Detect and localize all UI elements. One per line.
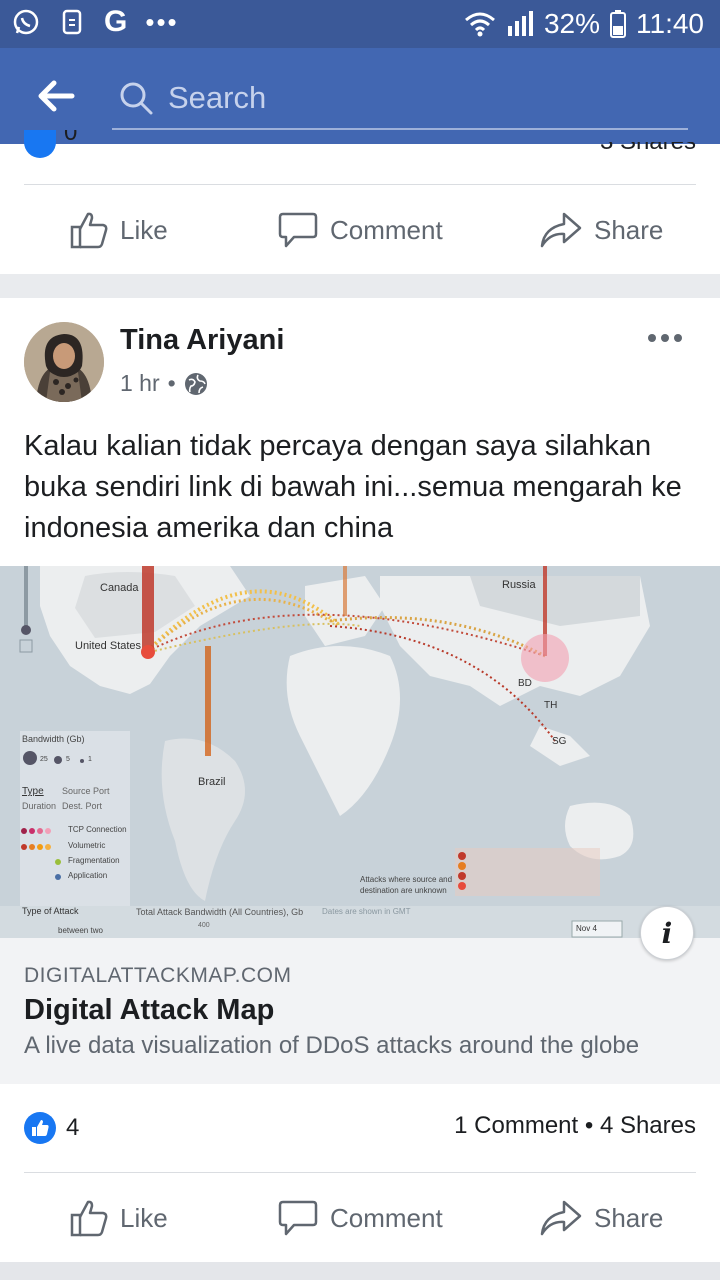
share-icon bbox=[540, 1200, 582, 1236]
map-axis-400: 400 bbox=[198, 922, 210, 929]
divider bbox=[24, 1172, 696, 1173]
share-button[interactable]: Share bbox=[540, 1198, 663, 1238]
search-icon bbox=[120, 82, 153, 115]
like-label: Like bbox=[120, 214, 168, 245]
map-bw-25: 25 bbox=[40, 756, 48, 763]
map-label-sg: SG bbox=[552, 736, 567, 747]
thumbs-up-icon bbox=[70, 1200, 108, 1237]
previous-post-card: 0 3 Shares Like Comment Share bbox=[0, 130, 720, 274]
map-legend-fragmentation: Fragmentation bbox=[68, 856, 120, 865]
comment-button[interactable]: Comment bbox=[278, 210, 443, 250]
like-button[interactable]: Like bbox=[70, 1198, 168, 1238]
post-card: Tina Ariyani 1 hr • Kalau kalian tidak p… bbox=[0, 298, 720, 1262]
signal-icon bbox=[507, 11, 533, 36]
map-label-us: United States bbox=[75, 640, 142, 652]
search-header: Search bbox=[0, 48, 720, 144]
comment-button[interactable]: Comment bbox=[278, 1198, 443, 1238]
clock: 11:40 bbox=[636, 8, 704, 39]
map-duration: Duration bbox=[22, 801, 57, 811]
divider bbox=[24, 184, 696, 185]
reactions-summary[interactable]: 4 bbox=[24, 1112, 79, 1144]
thumbs-up-icon bbox=[70, 212, 108, 249]
post-time[interactable]: 1 hr bbox=[120, 370, 160, 397]
whatsapp-icon bbox=[12, 8, 40, 36]
link-title: Digital Attack Map bbox=[24, 994, 275, 1026]
share-icon bbox=[540, 212, 582, 248]
map-label-brazil: Brazil bbox=[198, 776, 226, 788]
share-label: Share bbox=[594, 214, 664, 245]
google-icon: G bbox=[104, 5, 128, 38]
comment-label: Comment bbox=[330, 1202, 443, 1233]
battery-percent: 32% bbox=[543, 8, 600, 39]
comments-shares-count[interactable]: 1 Comment • 4 Shares bbox=[454, 1112, 696, 1140]
map-type-of-attack: Type of Attack bbox=[22, 906, 79, 916]
like-button[interactable]: Like bbox=[70, 210, 168, 250]
meta-separator: • bbox=[167, 370, 176, 396]
map-label-canada: Canada bbox=[100, 582, 139, 594]
more-notifications-icon: ••• bbox=[145, 7, 179, 37]
map-legend-volumetric: Volumetric bbox=[68, 841, 106, 850]
map-nov-label: Nov 4 bbox=[576, 924, 597, 933]
status-bar: G ••• 32% 11:40 bbox=[0, 0, 720, 48]
map-bw-1: 1 bbox=[88, 756, 92, 763]
map-label-russia: Russia bbox=[502, 579, 536, 591]
info-button[interactable]: i bbox=[640, 906, 694, 960]
like-label: Like bbox=[120, 1202, 168, 1233]
like-reaction-icon bbox=[24, 1112, 56, 1144]
map-legend-tcp: TCP Connection bbox=[68, 825, 127, 834]
link-preview[interactable]: DIGITALATTACKMAP.COM Digital Attack Map … bbox=[0, 938, 720, 1084]
back-arrow-icon[interactable] bbox=[36, 78, 76, 114]
comment-icon bbox=[278, 212, 318, 248]
map-legend-application: Application bbox=[68, 871, 108, 880]
map-label-bd: BD bbox=[518, 678, 532, 689]
link-preview-image[interactable]: Canada United States Russia Brazil BD TH… bbox=[0, 566, 720, 938]
map-dates-label: Dates are shown in GMT bbox=[322, 907, 411, 916]
more-options-button[interactable] bbox=[648, 334, 682, 342]
map-total-label: Total Attack Bandwidth (All Countries), … bbox=[136, 907, 304, 917]
link-domain: DIGITALATTACKMAP.COM bbox=[24, 964, 292, 987]
post-meta: 1 hr • bbox=[120, 370, 208, 397]
previous-shares-count: 3 Shares bbox=[600, 142, 696, 154]
search-input[interactable]: Search bbox=[112, 70, 688, 130]
reaction-count: 4 bbox=[66, 1114, 80, 1141]
globe-icon bbox=[184, 372, 207, 395]
like-badge-partial bbox=[24, 130, 56, 158]
notification-icon bbox=[58, 8, 86, 36]
comment-icon bbox=[278, 1200, 318, 1236]
share-label: Share bbox=[594, 1202, 664, 1233]
battery-icon bbox=[610, 10, 626, 38]
wifi-icon bbox=[464, 12, 495, 37]
map-type-label: Type bbox=[22, 786, 44, 797]
post-text: Kalau kalian tidak percaya dengan saya s… bbox=[24, 430, 682, 544]
map-between: between two bbox=[58, 926, 103, 935]
link-description: A live data visualization of DDoS attack… bbox=[24, 1032, 640, 1059]
search-placeholder: Search bbox=[168, 80, 267, 115]
map-dest-port: Dest. Port bbox=[62, 801, 103, 811]
previous-reaction-count: 0 bbox=[64, 130, 78, 144]
avatar[interactable] bbox=[24, 322, 104, 402]
map-source-port: Source Port bbox=[62, 786, 110, 796]
map-label-th: TH bbox=[544, 700, 558, 711]
comment-label: Comment bbox=[330, 214, 443, 245]
map-unknown-label: Attacks where source and destination are… bbox=[360, 875, 453, 895]
author-name[interactable]: Tina Ariyani bbox=[120, 324, 284, 357]
feed-gap bbox=[0, 1262, 720, 1280]
share-button[interactable]: Share bbox=[540, 210, 663, 250]
map-bw-5: 5 bbox=[66, 756, 70, 763]
map-bandwidth-label: Bandwidth (Gb) bbox=[22, 734, 85, 744]
